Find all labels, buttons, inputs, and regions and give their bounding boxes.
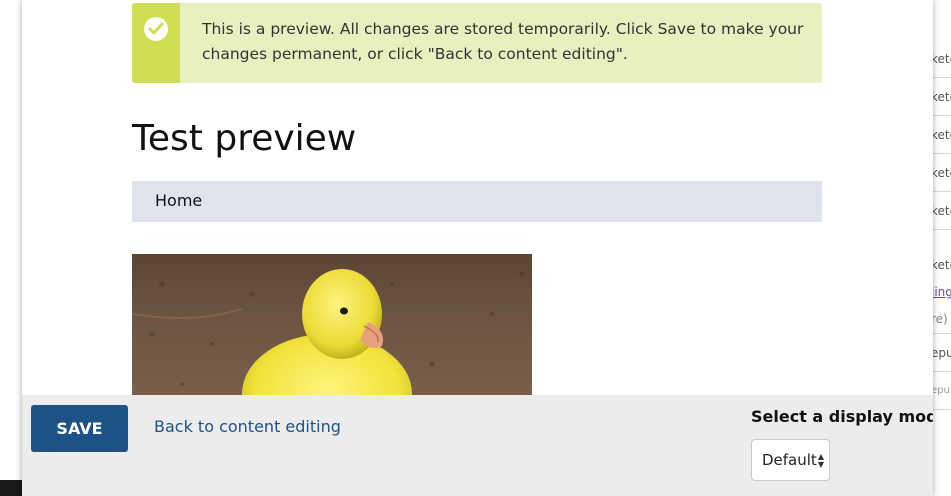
page-edge: [0, 480, 22, 496]
background-row: kete: [931, 258, 951, 272]
background-row: epu: [931, 334, 951, 372]
back-to-content-editing-link[interactable]: Back to content editing: [154, 417, 341, 436]
background-row: kete: [931, 192, 951, 230]
save-button[interactable]: SAVE: [31, 405, 128, 452]
status-message-text: This is a preview. All changes are store…: [202, 20, 804, 63]
background-list: kete kete kete kete kete kete ling re) e…: [931, 40, 951, 410]
background-row: kete: [931, 154, 951, 192]
background-row: epu: [931, 372, 951, 410]
display-mode-select[interactable]: Default ▲ ▼: [751, 439, 830, 481]
background-row: kete: [931, 78, 951, 116]
preview-action-bar: SAVE Back to content editing Select a di…: [22, 395, 933, 496]
display-mode-label: Select a display mode: [751, 407, 933, 426]
display-mode-value: Default: [762, 451, 817, 469]
background-muted-text: re): [931, 304, 951, 334]
preview-dialog: This is a preview. All changes are store…: [22, 0, 933, 496]
page-title: Test preview: [132, 118, 357, 159]
check-circle-icon: [144, 17, 168, 41]
duckling-photo: [132, 254, 532, 404]
background-link[interactable]: ling: [931, 280, 951, 304]
status-message-accent: [132, 3, 180, 83]
breadcrumb: Home: [132, 181, 822, 222]
background-row: kete: [931, 116, 951, 154]
status-message: This is a preview. All changes are store…: [132, 3, 822, 83]
select-arrows-icon: ▲ ▼: [817, 452, 824, 469]
background-row: kete: [931, 40, 951, 78]
breadcrumb-home-link[interactable]: Home: [155, 191, 202, 210]
